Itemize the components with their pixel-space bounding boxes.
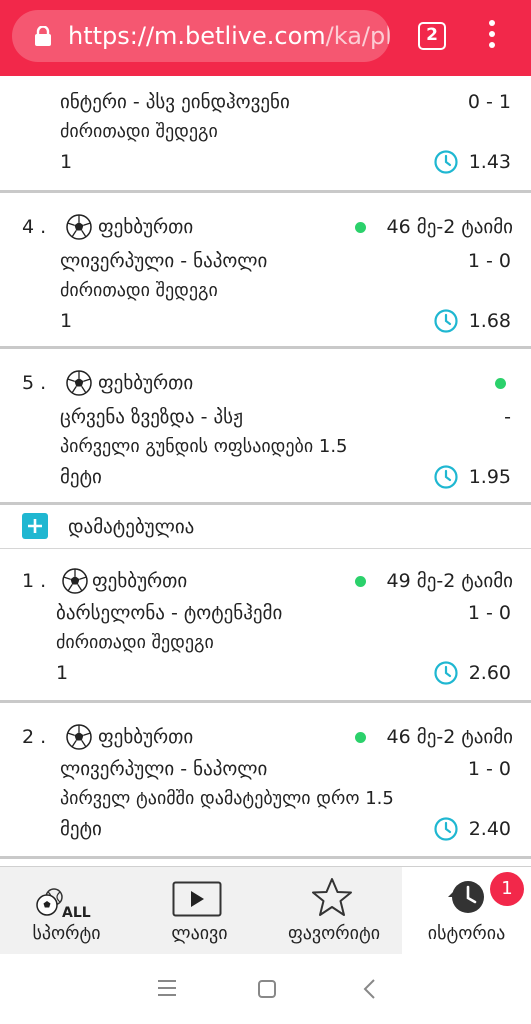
match-time: 49 მე-2 ტაიმი <box>386 570 513 592</box>
recents-icon[interactable] <box>157 979 177 997</box>
bet-index: 5 . <box>22 372 47 394</box>
selection: 1 <box>56 662 69 684</box>
market-name: პირველი გუნდის ოფსაიდები 1.5 <box>60 436 348 457</box>
event-name: ცრვენა ზვეზდა - პსჟ <box>60 406 243 428</box>
sport-name: ფეხბურთი <box>92 570 188 592</box>
live-indicator <box>495 378 506 389</box>
market-name: პირველ ტაიმში დამატებული დრო 1.5 <box>60 788 394 809</box>
lock-icon <box>35 26 51 46</box>
soccer-ball-icon <box>66 214 92 240</box>
nav-favorites-label: ფავორიტი <box>287 923 381 944</box>
sport-name: ფეხბურთი <box>98 216 194 238</box>
event-name: ბარსელონა - ტოტენჰემი <box>56 602 283 624</box>
sport-name: ფეხბურთი <box>98 372 194 394</box>
event-name: ლივერპული - ნაპოლი <box>60 250 268 272</box>
selection: მეტი <box>60 818 102 840</box>
sports-all-icon: ALL <box>36 888 91 919</box>
score: 0 - 1 <box>467 91 511 113</box>
score: 1 - 0 <box>467 250 511 272</box>
card-divider <box>0 190 531 193</box>
clock-icon <box>434 309 458 333</box>
tab-switcher-button[interactable]: 2 <box>418 22 446 50</box>
system-navigation <box>0 954 531 1024</box>
soccer-ball-icon <box>66 724 92 750</box>
svg-text:ALL: ALL <box>62 905 91 919</box>
score: - <box>504 406 511 428</box>
market-name: ძირითადი შედეგი <box>60 121 218 142</box>
live-indicator <box>355 732 366 743</box>
star-icon <box>312 878 352 916</box>
menu-dots-icon[interactable] <box>482 20 502 54</box>
bottom-navigation: ALL სპორტი ლაივი ფავორიტი ისტორია <box>0 866 531 955</box>
clock-icon <box>434 661 458 685</box>
nav-sports-label: სპორტი <box>32 923 101 944</box>
selection: მეტი <box>60 466 102 488</box>
market-name: ძირითადი შედეგი <box>60 280 218 301</box>
odds: 1.68 <box>468 310 511 332</box>
card-divider <box>0 346 531 349</box>
nav-live-label: ლაივი <box>171 923 228 944</box>
sport-name: ფეხბურთი <box>98 726 194 748</box>
match-time: 46 მე-2 ტაიმი <box>386 216 513 238</box>
selection: 1 <box>60 151 73 173</box>
nav-sports[interactable]: ALL სპორტი <box>0 867 133 955</box>
event-name: ინტერი - პსვ ეინდჰოვენი <box>60 91 290 113</box>
clock-icon <box>434 465 458 489</box>
odds: 2.60 <box>468 662 511 684</box>
play-icon <box>172 881 222 917</box>
match-time: 46 მე-2 ტაიმი <box>386 726 513 748</box>
betslip-list: ინტერი - პსვ ეინდჰოვენი 0 - 1 ძირითადი შ… <box>0 76 531 866</box>
nav-history-label: ისტორია <box>427 923 506 944</box>
address-bar[interactable]: https://m.betlive.com/ka/play <box>12 10 390 62</box>
history-icon <box>448 881 484 913</box>
score: 1 - 0 <box>467 758 511 780</box>
url-text: https://m.betlive.com/ka/play <box>68 22 390 50</box>
live-indicator <box>355 576 366 587</box>
bet-index: 4 . <box>22 216 47 238</box>
added-section-header: დამატებულია <box>0 505 531 549</box>
soccer-ball-icon <box>66 370 92 396</box>
browser-toolbar: https://m.betlive.com/ka/play 2 <box>0 0 531 76</box>
selection: 1 <box>60 310 73 332</box>
score: 1 - 0 <box>467 602 511 624</box>
live-indicator <box>355 222 366 233</box>
market-name: ძირითადი შედეგი <box>56 632 214 653</box>
back-icon[interactable] <box>362 978 376 1000</box>
nav-favorites[interactable]: ფავორიტი <box>266 867 402 955</box>
bet-index: 1 . <box>22 570 47 592</box>
nav-live[interactable]: ლაივი <box>133 867 266 955</box>
event-name: ლივერპული - ნაპოლი <box>60 758 268 780</box>
clock-icon <box>434 817 458 841</box>
odds: 1.95 <box>468 466 511 488</box>
odds: 2.40 <box>468 818 511 840</box>
history-badge: 1 <box>490 872 524 906</box>
plus-icon[interactable] <box>22 513 48 539</box>
odds: 1.43 <box>468 151 511 173</box>
card-divider <box>0 856 531 859</box>
section-divider <box>0 548 531 549</box>
soccer-ball-icon <box>62 568 88 594</box>
added-label: დამატებულია <box>68 516 195 538</box>
clock-icon <box>434 150 458 174</box>
bet-index: 2 . <box>22 726 47 748</box>
card-divider <box>0 700 531 703</box>
home-icon[interactable] <box>257 979 277 999</box>
